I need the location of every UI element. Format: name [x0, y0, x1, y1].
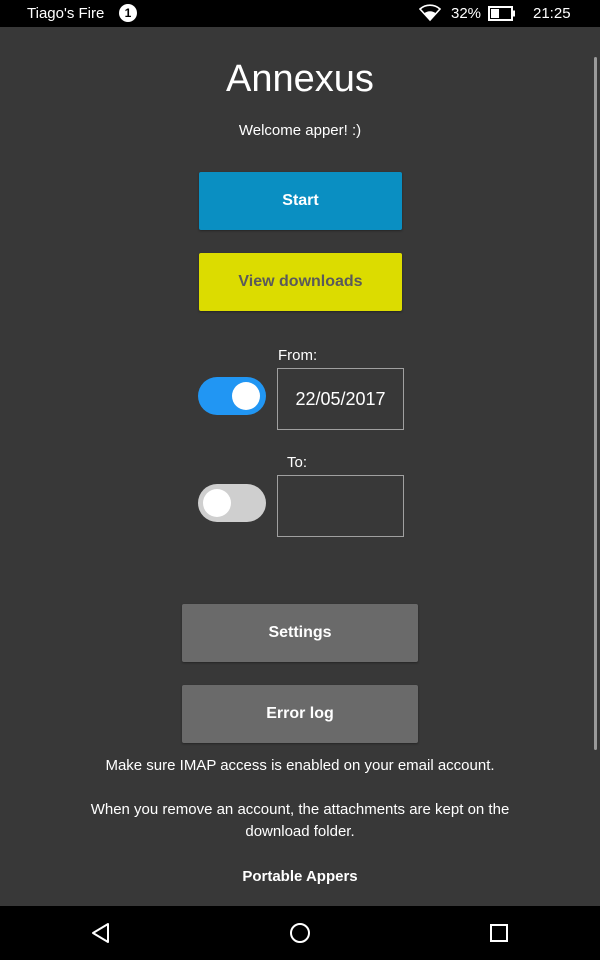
app-title: Annexus: [226, 58, 374, 100]
brand-footer: Portable Appers: [242, 868, 358, 885]
to-date-field[interactable]: [277, 475, 404, 537]
wifi-icon: [418, 4, 442, 26]
remove-account-note: When you remove an account, the attachme…: [90, 801, 510, 840]
error-log-button[interactable]: Error log: [182, 685, 418, 743]
home-icon[interactable]: [288, 921, 312, 945]
scrollbar[interactable]: [594, 57, 597, 750]
welcome-message: Welcome apper! :): [238, 122, 362, 139]
device-name: Tiago's Fire: [27, 5, 105, 22]
imap-note: Make sure IMAP access is enabled on your…: [105, 757, 495, 774]
toggle-knob: [232, 382, 260, 410]
from-date-toggle[interactable]: [198, 377, 266, 415]
notification-badge[interactable]: 1: [119, 4, 137, 22]
to-label: To:: [287, 454, 308, 471]
toggle-knob: [203, 489, 231, 517]
view-downloads-button[interactable]: View downloads: [199, 253, 402, 311]
start-button[interactable]: Start: [199, 172, 402, 230]
status-bar: Tiago's Fire 1 32% 21:25: [0, 0, 600, 27]
settings-button[interactable]: Settings: [182, 604, 418, 662]
from-label: From:: [278, 347, 318, 364]
clock: 21:25: [533, 5, 571, 22]
back-icon[interactable]: [89, 921, 113, 945]
navigation-bar: [0, 906, 600, 960]
battery-icon: [488, 6, 516, 25]
from-date-field[interactable]: 22/05/2017: [277, 368, 404, 430]
recents-icon[interactable]: [487, 921, 511, 945]
battery-percent: 32%: [451, 5, 482, 22]
to-date-toggle[interactable]: [198, 484, 266, 522]
